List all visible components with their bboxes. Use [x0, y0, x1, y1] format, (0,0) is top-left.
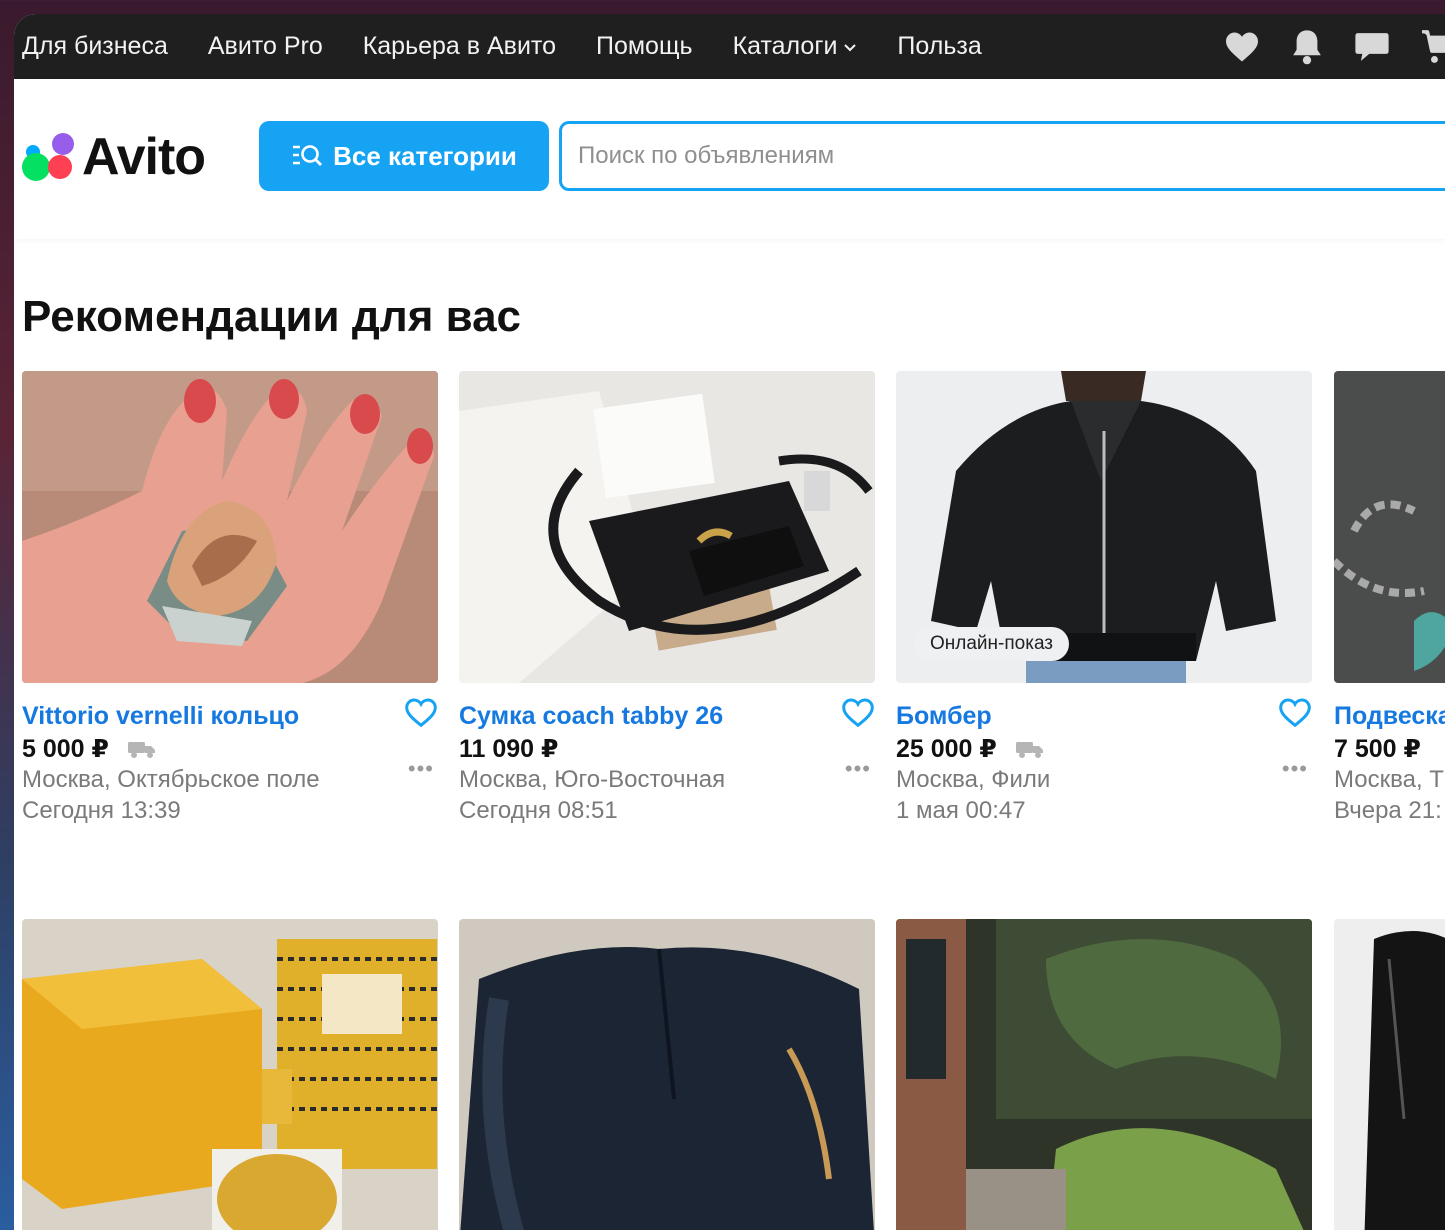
heart-icon[interactable]	[1224, 31, 1260, 63]
section-title: Рекомендации для вас	[22, 292, 522, 341]
nav-link-catalogs-label: Каталоги	[732, 32, 838, 60]
cart-icon[interactable]	[1420, 29, 1445, 65]
listing-price-value: 5 000 ₽	[22, 735, 109, 763]
listing-image[interactable]	[1334, 919, 1445, 1230]
listing-image[interactable]	[459, 919, 875, 1230]
listing-date: Сегодня 13:39	[22, 797, 181, 824]
listing-price-value: 11 090 ₽	[459, 735, 559, 763]
listing-price: 25 000 ₽	[896, 734, 1312, 764]
listing-card[interactable]: Сумка coach tabby 26 11 090 ₽ Москва, Юг…	[459, 371, 875, 826]
nav-link-help[interactable]: Помощь	[596, 32, 693, 61]
logo-text: Avito	[82, 128, 206, 186]
site-header: Avito Все категории	[14, 79, 1445, 239]
listing-card[interactable]	[459, 919, 875, 1230]
listing-date: Сегодня 08:51	[459, 797, 618, 824]
listing-image[interactable]	[22, 919, 438, 1230]
nav-link-business[interactable]: Для бизнеса	[22, 32, 168, 61]
nav-link-career[interactable]: Карьера в Авито	[363, 32, 556, 61]
top-nav-links: Для бизнеса Авито Pro Карьера в Авито По…	[22, 32, 1022, 61]
more-options-icon[interactable]: •••	[845, 756, 871, 782]
all-categories-label: Все категории	[333, 140, 517, 171]
bell-icon[interactable]	[1290, 29, 1324, 65]
top-navigation-bar: Для бизнеса Авито Pro Карьера в Авито По…	[14, 14, 1445, 79]
listing-card[interactable]	[896, 919, 1312, 1230]
listing-image[interactable]	[459, 371, 875, 683]
online-viewing-badge: Онлайн-показ	[914, 627, 1070, 661]
chat-icon[interactable]	[1354, 30, 1390, 64]
nav-link-avito-pro[interactable]: Авито Pro	[208, 32, 323, 61]
delivery-truck-icon	[1015, 742, 1043, 758]
listing-location: Москва, Фили	[896, 766, 1051, 793]
nav-link-catalogs[interactable]: Каталоги	[733, 32, 858, 61]
all-categories-button[interactable]: Все категории	[259, 121, 549, 191]
top-icons	[1194, 14, 1445, 79]
listing-image[interactable]	[22, 371, 438, 683]
listing-card[interactable]: Подвеска браслет 7 500 ₽ Москва, Т Вчера…	[1334, 371, 1445, 826]
listing-card[interactable]	[22, 919, 438, 1230]
delivery-truck-icon	[127, 742, 155, 758]
more-options-icon[interactable]: •••	[408, 756, 434, 782]
listing-card[interactable]	[1334, 919, 1445, 1230]
listing-title[interactable]: Сумка coach tabby 26	[459, 700, 829, 732]
favorite-heart-icon[interactable]	[404, 698, 438, 733]
listing-image[interactable]	[896, 919, 1312, 1230]
listing-location: Москва, Октябрьское поле	[22, 766, 320, 793]
listing-location: Москва, Т	[1334, 766, 1444, 793]
avito-logo[interactable]: Avito	[22, 127, 206, 187]
favorite-heart-icon[interactable]	[1278, 698, 1312, 733]
listing-price: 11 090 ₽	[459, 734, 875, 764]
listing-price-value: 25 000 ₽	[896, 735, 997, 763]
chevron-down-icon	[844, 43, 857, 51]
listing-card[interactable]: Vittorio vernelli кольцо 5 000 ₽ Москва,…	[22, 371, 438, 826]
listing-price: 7 500 ₽	[1334, 734, 1445, 764]
listing-title[interactable]: Подвеска браслет	[1334, 700, 1445, 732]
listing-image[interactable]	[1334, 371, 1445, 683]
listing-title[interactable]: Vittorio vernelli кольцо	[22, 700, 392, 732]
listing-location: Москва, Юго-Восточная	[459, 766, 726, 793]
listing-price-value: 7 500 ₽	[1334, 735, 1421, 763]
listing-date: Вчера 21:	[1334, 797, 1442, 824]
listing-date: 1 мая 00:47	[896, 797, 1026, 824]
menu-search-icon	[293, 145, 323, 166]
listing-title[interactable]: Бомбер	[896, 700, 1266, 732]
nav-link-benefit[interactable]: Польза	[897, 32, 981, 61]
favorite-heart-icon[interactable]	[841, 698, 875, 733]
more-options-icon[interactable]: •••	[1282, 756, 1308, 782]
listing-price: 5 000 ₽	[22, 734, 438, 764]
listing-card[interactable]: Онлайн-показ Бомбер 25 000 ₽ Москва, Фил…	[896, 371, 1312, 826]
listing-image[interactable]: Онлайн-показ	[896, 371, 1312, 683]
logo-dots-icon	[22, 131, 78, 183]
browser-page: Для бизнеса Авито Pro Карьера в Авито По…	[14, 14, 1445, 1230]
search-input[interactable]	[559, 121, 1445, 191]
